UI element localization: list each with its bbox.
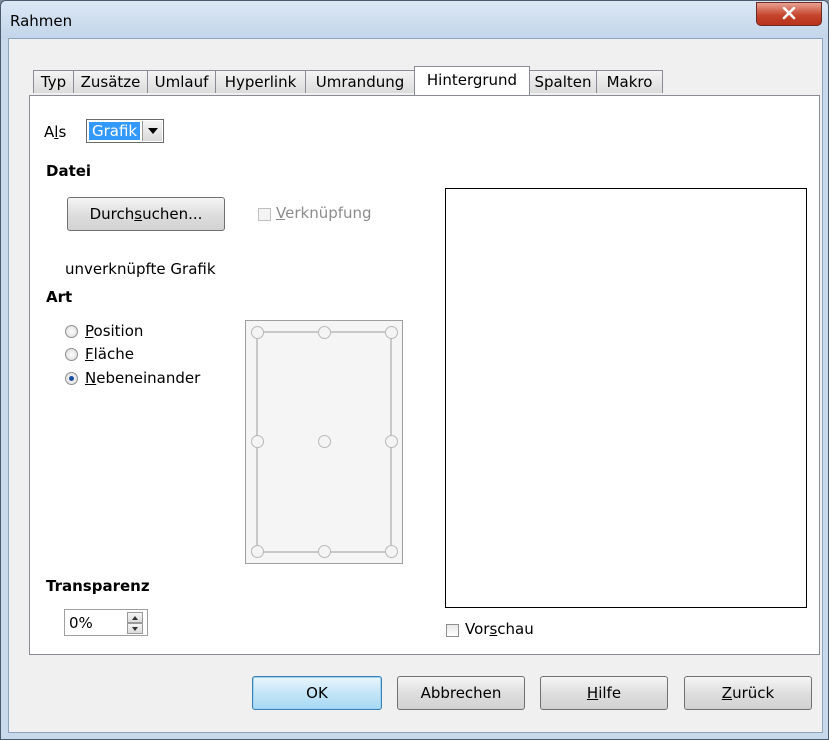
position-top-center-radio[interactable] bbox=[318, 326, 331, 339]
link-label: Verknüpfung bbox=[276, 204, 372, 222]
preview-label: Vorschau bbox=[465, 620, 534, 638]
tab-label: Spalten bbox=[534, 73, 592, 91]
link-mnemonic: V bbox=[276, 204, 286, 222]
tab-label: Typ bbox=[40, 73, 67, 91]
transparency-spinner[interactable]: 0% bbox=[64, 609, 148, 636]
close-icon bbox=[782, 7, 796, 20]
art-heading: Art bbox=[46, 288, 72, 306]
link-checkbox[interactable] bbox=[258, 208, 271, 221]
cancel-button[interactable]: Abbrechen bbox=[397, 676, 525, 710]
tab-hintergrund[interactable]: Hintergrund bbox=[414, 66, 530, 95]
spin-down-icon[interactable] bbox=[127, 623, 143, 634]
tab-label: Umrandung bbox=[315, 73, 405, 91]
position-top-left-radio[interactable] bbox=[251, 326, 264, 339]
art-option-nebeneinander[interactable]: Nebeneinander bbox=[65, 369, 235, 387]
help-button[interactable]: Hilfe bbox=[540, 676, 668, 710]
als-label: Als bbox=[44, 123, 66, 141]
preview-area bbox=[445, 188, 807, 608]
reset-button[interactable]: Zurück bbox=[684, 676, 812, 710]
tab-spalten[interactable]: Spalten bbox=[529, 70, 597, 93]
link-status-text: unverknüpfte Grafik bbox=[65, 260, 216, 278]
position-center-radio[interactable] bbox=[318, 435, 331, 448]
als-label-text: A bbox=[44, 123, 55, 141]
als-label-text-end: s bbox=[58, 123, 67, 141]
tab-label: Hyperlink bbox=[224, 73, 297, 91]
browse-mnemonic: s bbox=[134, 205, 143, 223]
position-top-right-radio[interactable] bbox=[385, 326, 398, 339]
datei-heading-text: Datei bbox=[46, 162, 92, 180]
preview-checkbox[interactable] bbox=[446, 624, 459, 637]
spin-up-icon[interactable] bbox=[127, 612, 143, 623]
position-label: Position bbox=[85, 322, 143, 340]
tab-label: Umlauf bbox=[154, 73, 209, 91]
tab-makro[interactable]: Makro bbox=[596, 70, 663, 93]
art-heading-text: Art bbox=[46, 288, 73, 306]
radio-position[interactable] bbox=[65, 325, 78, 338]
browse-button[interactable]: Durchsuchen... bbox=[67, 197, 225, 231]
radio-flaeche[interactable] bbox=[65, 348, 78, 361]
chevron-down-icon[interactable] bbox=[142, 121, 162, 141]
tab-umrandung[interactable]: Umrandung bbox=[305, 70, 415, 93]
art-option-flaeche[interactable]: Fläche bbox=[65, 345, 215, 363]
link-label-text: erknüpfung bbox=[285, 204, 372, 222]
tab-label: Hintergrund bbox=[426, 71, 518, 89]
cancel-label: Abbrechen bbox=[420, 684, 502, 702]
radio-nebeneinander[interactable] bbox=[65, 372, 78, 385]
ok-button[interactable]: OK bbox=[252, 676, 382, 710]
tab-hyperlink[interactable]: Hyperlink bbox=[215, 70, 306, 93]
flaeche-label-text: läche bbox=[93, 345, 134, 363]
close-button[interactable] bbox=[756, 2, 822, 26]
reset-label: urück bbox=[732, 684, 775, 702]
preview-label-text: Vor bbox=[465, 620, 490, 638]
transparency-heading: Transparenz bbox=[46, 577, 150, 595]
position-middle-left-radio[interactable] bbox=[251, 435, 264, 448]
reset-mnemonic: Z bbox=[721, 684, 733, 702]
help-mnemonic: H bbox=[586, 684, 599, 702]
position-mnemonic: P bbox=[85, 322, 94, 340]
art-option-position[interactable]: Position bbox=[65, 322, 215, 340]
position-bottom-right-radio[interactable] bbox=[385, 545, 398, 558]
als-selected-value: Grafik bbox=[89, 122, 141, 140]
flaeche-mnemonic: F bbox=[85, 345, 94, 363]
preview-label-text-end: chau bbox=[497, 620, 534, 638]
flaeche-label: Fläche bbox=[85, 345, 134, 363]
nebeneinander-label: Nebeneinander bbox=[85, 369, 200, 387]
nebeneinander-label-text: ebeneinander bbox=[96, 369, 201, 387]
datei-heading: Datei bbox=[46, 162, 91, 180]
nebeneinander-mnemonic: N bbox=[85, 369, 97, 387]
tab-typ[interactable]: Typ bbox=[33, 70, 74, 93]
ok-label: OK bbox=[306, 684, 328, 702]
browse-label-end: uchen... bbox=[142, 205, 203, 223]
help-label: ilfe bbox=[598, 684, 622, 702]
tab-zusaetze[interactable]: Zusätze bbox=[73, 70, 148, 93]
tab-label: Makro bbox=[606, 73, 653, 91]
position-grid bbox=[245, 320, 403, 564]
tab-umlauf[interactable]: Umlauf bbox=[147, 70, 216, 93]
als-dropdown[interactable]: Grafik bbox=[86, 119, 164, 143]
transparency-heading-text: Transparenz bbox=[46, 577, 150, 595]
transparency-value[interactable]: 0% bbox=[69, 614, 93, 632]
window-title: Rahmen bbox=[10, 12, 73, 30]
position-bottom-left-radio[interactable] bbox=[251, 545, 264, 558]
position-middle-right-radio[interactable] bbox=[385, 435, 398, 448]
tab-label: Zusätze bbox=[80, 73, 141, 91]
title-bar[interactable]: Rahmen bbox=[1, 1, 828, 39]
position-bottom-center-radio[interactable] bbox=[318, 545, 331, 558]
position-label-text: osition bbox=[93, 322, 144, 340]
browse-label: Durch bbox=[89, 205, 135, 223]
